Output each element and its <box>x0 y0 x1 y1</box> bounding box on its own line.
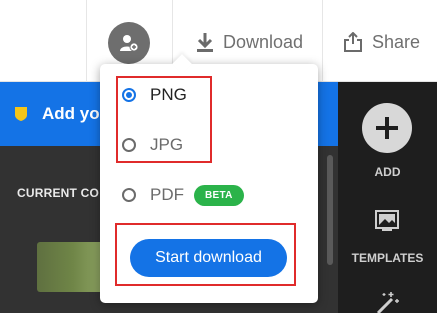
download-icon <box>197 33 213 52</box>
banner-text: Add yo <box>42 104 100 123</box>
user-add-icon <box>120 35 139 52</box>
pdf-option[interactable]: PDF BETA <box>122 183 244 207</box>
add-label[interactable]: ADD <box>338 165 437 179</box>
color-swatch[interactable] <box>37 242 107 292</box>
current-colors-label: CURRENT CO <box>17 186 99 200</box>
highlight-start-download <box>115 223 296 286</box>
shield-icon <box>15 107 27 121</box>
add-collaborator-button[interactable] <box>108 22 150 64</box>
download-button[interactable]: Download <box>195 28 303 56</box>
download-label: Download <box>223 31 304 52</box>
beta-badge: BETA <box>194 184 244 206</box>
plus-icon <box>376 117 398 139</box>
highlight-format-options <box>116 76 212 163</box>
templates-icon[interactable] <box>374 210 400 232</box>
right-rail: ADD TEMPLATES <box>338 82 437 313</box>
add-button[interactable] <box>362 103 412 153</box>
panel-scrollbar[interactable] <box>327 155 333 265</box>
templates-label[interactable]: TEMPLATES <box>338 251 437 265</box>
header-divider <box>86 0 87 82</box>
share-label: Share <box>372 31 421 52</box>
share-button[interactable]: Share <box>343 28 420 56</box>
header-divider <box>322 0 323 82</box>
magic-wand-icon[interactable] <box>374 291 400 313</box>
share-icon <box>344 32 362 52</box>
pdf-label: PDF <box>150 185 184 204</box>
pdf-radio[interactable] <box>122 188 136 202</box>
